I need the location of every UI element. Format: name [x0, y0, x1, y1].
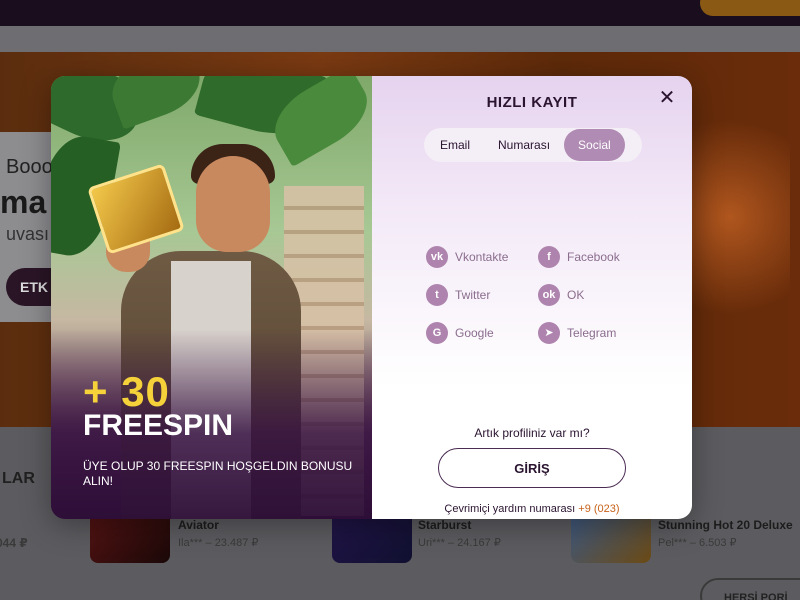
- social-label: Vkontakte: [455, 250, 509, 264]
- vk-icon: vk: [426, 246, 448, 268]
- social-ok-button[interactable]: ok OK: [538, 284, 584, 306]
- background-stripe: [0, 26, 800, 52]
- game-name: Stunning Hot 20 Deluxe: [658, 518, 793, 532]
- promo-panel: + 30 FREESPIN ÜYE OLUP 30 FREESPIN HOŞGE…: [51, 76, 372, 519]
- telegram-icon: ➤: [538, 322, 560, 344]
- background-topbar: [0, 0, 800, 26]
- tab-phone-number[interactable]: Numarası: [484, 129, 564, 161]
- game-amount: Uri*** – 24.167 ₽: [418, 537, 501, 549]
- social-facebook-button[interactable]: f Facebook: [538, 246, 620, 268]
- social-google-button[interactable]: G Google: [426, 322, 494, 344]
- background-hero-line2: ma: [0, 184, 47, 220]
- social-twitter-button[interactable]: t Twitter: [426, 284, 490, 306]
- social-telegram-button[interactable]: ➤ Telegram: [538, 322, 616, 344]
- background-hero-line3: uvası: [6, 224, 50, 244]
- registration-tabs: Email Numarası Social: [424, 128, 642, 162]
- social-label: Twitter: [455, 288, 491, 302]
- odnoklassniki-icon: ok: [538, 284, 560, 306]
- game-amount: Pel*** – 6.503 ₽: [658, 537, 737, 549]
- have-account-question: Artık profiliniz var mı?: [474, 426, 590, 440]
- social-label: Google: [455, 326, 494, 340]
- social-label: OK: [567, 288, 585, 302]
- social-vkontakte-button[interactable]: vk Vkontakte: [426, 246, 508, 268]
- tab-email[interactable]: Email: [426, 129, 484, 161]
- registration-modal: + 30 FREESPIN ÜYE OLUP 30 FREESPIN HOŞGE…: [51, 76, 692, 519]
- registration-form: HIZLI KAYIT ✕ Email Numarası Social vk V…: [372, 76, 692, 519]
- google-icon: G: [426, 322, 448, 344]
- game-name: Aviator: [178, 518, 219, 532]
- game-name: Starburst: [418, 518, 472, 532]
- background-hero-line1: Booo: [6, 156, 53, 178]
- game-amount: Ila*** – 23.487 ₽: [178, 537, 259, 549]
- help-phone-link[interactable]: +9 (023): [578, 503, 619, 515]
- background-section-title: LAR: [2, 470, 35, 487]
- explorer-head: [196, 156, 270, 252]
- social-label: Telegram: [567, 326, 617, 340]
- close-icon[interactable]: ✕: [656, 88, 678, 110]
- background-topbar-button: [700, 0, 800, 16]
- promo-subheadline: FREESPIN: [83, 409, 234, 442]
- view-all-button: HERŞİ PORİ: [700, 578, 800, 600]
- tab-social[interactable]: Social: [564, 129, 625, 161]
- form-title: HIZLI KAYIT: [486, 94, 578, 111]
- facebook-icon: f: [538, 246, 560, 268]
- twitter-icon: t: [426, 284, 448, 306]
- help-text: Çevrimiçi yardım numarası: [444, 503, 576, 515]
- login-button[interactable]: GİRİŞ: [438, 448, 626, 488]
- promo-text: ÜYE OLUP 30 FREESPIN HOŞGELDIN BONUSU AL…: [83, 459, 353, 488]
- background-left-amount: 044 ₽: [0, 536, 28, 550]
- help-line: Çevrimiçi yardım numarası +9 (023): [372, 503, 692, 515]
- social-label: Facebook: [567, 250, 620, 264]
